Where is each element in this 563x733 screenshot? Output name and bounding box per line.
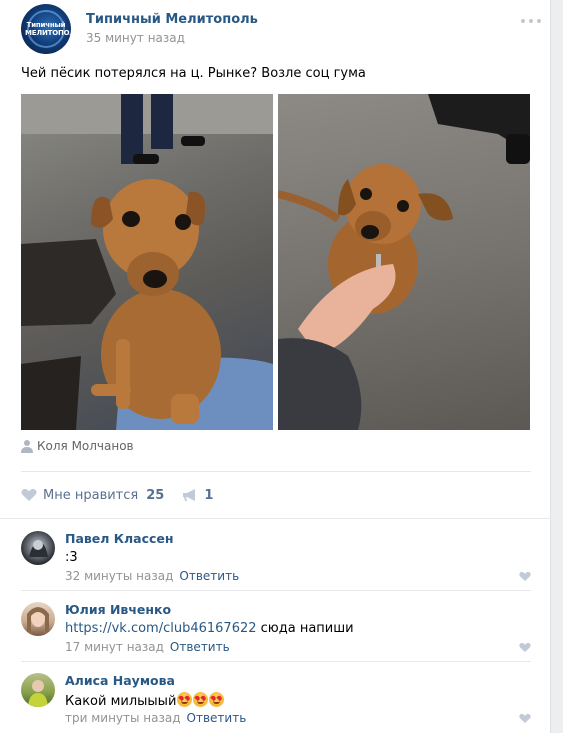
share-button[interactable]: 1 (182, 488, 213, 503)
comment-text: :3 (65, 550, 78, 565)
heart-icon[interactable] (519, 642, 531, 653)
post-actions: Мне нравится 25 1 (21, 486, 213, 504)
heart-eyes-emoji-icon (193, 692, 209, 707)
divider (0, 518, 551, 519)
avatar[interactable] (21, 673, 55, 707)
comment: Алиса Наумова Какой милыыый три минуты н… (21, 673, 531, 733)
user-icon (21, 440, 33, 453)
comment: Павел Классен :3 32 минуты назад Ответить (21, 531, 531, 591)
comment-time[interactable]: три минуты назад (65, 711, 181, 725)
comment-text: Какой милыыый (65, 692, 225, 709)
like-count: 25 (146, 487, 165, 503)
divider (21, 661, 531, 662)
comment: Юлия Ивченко https://vk.com/club46167622… (21, 602, 531, 662)
comment-author[interactable]: Павел Классен (65, 531, 174, 546)
comment-time[interactable]: 32 минуты назад (65, 569, 173, 583)
heart-icon[interactable] (519, 713, 531, 724)
post-text: Чей пёсик потерялся на ц. Рынке? Возле с… (21, 66, 366, 81)
post-time[interactable]: 35 минут назад (86, 31, 185, 45)
photo-author-name[interactable]: Коля Молчанов (37, 439, 134, 453)
like-label: Мне нравится (43, 487, 139, 503)
like-button[interactable]: Мне нравится 25 (21, 488, 164, 503)
avatar-logo-text: Типичный МЕЛИТОПОЛЬ (25, 21, 71, 37)
comment-text: https://vk.com/club46167622 сюда напиши (65, 621, 354, 636)
comment-text-body: сюда напиши (260, 621, 354, 636)
heart-icon (21, 488, 37, 501)
comment-meta: 32 минуты назад Ответить (65, 569, 239, 583)
heart-eyes-emoji-icon (177, 692, 193, 707)
post-photo-2[interactable] (278, 94, 530, 430)
heart-eyes-emoji-icon (209, 692, 225, 707)
comment-meta: три минуты назад Ответить (65, 711, 246, 725)
share-count: 1 (204, 487, 214, 503)
comment-link[interactable]: https://vk.com/club46167622 (65, 621, 257, 636)
comment-author[interactable]: Алиса Наумова (65, 673, 175, 688)
heart-icon[interactable] (519, 571, 531, 582)
divider (21, 471, 531, 472)
avatar[interactable] (21, 531, 55, 565)
group-name-link[interactable]: Типичный Мелитополь (86, 12, 258, 27)
megaphone-icon (183, 489, 196, 501)
comment-text-body: Какой милыыый (65, 694, 177, 709)
reply-button[interactable]: Ответить (179, 569, 239, 583)
comment-author[interactable]: Юлия Ивченко (65, 602, 171, 617)
post-card: Типичный МЕЛИТОПОЛЬ Типичный Мелитополь … (0, 0, 551, 733)
reply-button[interactable]: Ответить (170, 640, 230, 654)
group-avatar[interactable]: Типичный МЕЛИТОПОЛЬ (21, 4, 71, 54)
comment-time[interactable]: 17 минут назад (65, 640, 164, 654)
reply-button[interactable]: Ответить (187, 711, 247, 725)
photo-author[interactable]: Коля Молчанов (21, 437, 134, 455)
post-header: Типичный МЕЛИТОПОЛЬ Типичный Мелитополь … (21, 4, 541, 54)
post-photo-1[interactable] (21, 94, 273, 430)
avatar[interactable] (21, 602, 55, 636)
divider (21, 590, 531, 591)
more-dots-icon[interactable] (521, 18, 541, 24)
comment-meta: 17 минут назад Ответить (65, 640, 230, 654)
